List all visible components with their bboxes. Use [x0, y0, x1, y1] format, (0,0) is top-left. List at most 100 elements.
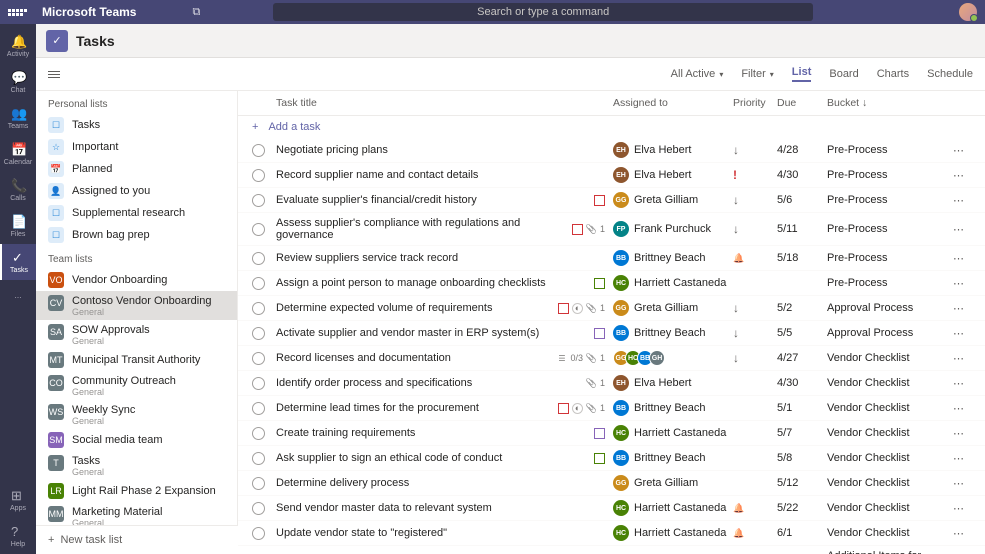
team-list-item[interactable]: LRLight Rail Phase 2 Expansion	[36, 480, 237, 502]
complete-circle[interactable]	[252, 352, 265, 365]
task-row[interactable]: Create training requirementsHCHarriett C…	[238, 421, 985, 446]
complete-circle[interactable]	[252, 427, 265, 440]
complete-circle[interactable]	[252, 302, 265, 315]
team-list-item[interactable]: WSWeekly SyncGeneral	[36, 400, 237, 429]
col-due[interactable]: Due	[777, 97, 827, 109]
new-list-button[interactable]: + New task list	[36, 525, 238, 554]
complete-circle[interactable]	[252, 502, 265, 515]
rail-tasks[interactable]: ✓Tasks	[0, 244, 36, 280]
more-icon[interactable]: ⋯	[953, 377, 971, 390]
task-row[interactable]: Record supplier name and contact details…	[238, 163, 985, 188]
rail-more[interactable]: ⋯	[0, 280, 36, 316]
task-row[interactable]: Determine delivery processGGGreta Gillia…	[238, 471, 985, 496]
task-row[interactable]: Negotiate pricing plansEHElva Hebert4/28…	[238, 138, 985, 163]
task-row[interactable]: Assess supplier's compliance with regula…	[238, 213, 985, 246]
personal-list-item[interactable]: ☐Tasks	[36, 114, 237, 136]
complete-circle[interactable]	[252, 477, 265, 490]
rail-calls[interactable]: 📞Calls	[0, 172, 36, 208]
task-row[interactable]: Update vendor state to "registered"HCHar…	[238, 521, 985, 546]
task-row[interactable]: Assign a point person to manage onboardi…	[238, 271, 985, 296]
team-list-item[interactable]: SMSocial media team	[36, 429, 237, 451]
task-row[interactable]: Determine lead times for the procurement…	[238, 396, 985, 421]
bucket-name: Vendor Checklist	[827, 427, 953, 439]
task-title: Assess supplier's compliance with regula…	[276, 217, 572, 241]
col-assigned[interactable]: Assigned to	[613, 97, 733, 109]
task-row[interactable]: Evaluate supplier's financial/credit his…	[238, 188, 985, 213]
complete-circle[interactable]	[252, 169, 265, 182]
popout-icon[interactable]: ⧉	[192, 6, 200, 19]
more-icon[interactable]: ⋯	[953, 194, 971, 207]
task-title: Ask supplier to sign an ethical code of …	[276, 452, 594, 464]
more-icon[interactable]: ⋯	[953, 502, 971, 515]
complete-circle[interactable]	[252, 194, 265, 207]
complete-circle[interactable]	[252, 223, 265, 236]
more-icon[interactable]: ⋯	[953, 402, 971, 415]
complete-circle[interactable]	[252, 402, 265, 415]
more-icon[interactable]: ⋯	[953, 477, 971, 490]
rail-teams[interactable]: 👥Teams	[0, 100, 36, 136]
task-row[interactable]: Activate supplier and vendor master in E…	[238, 321, 985, 346]
rail-files[interactable]: 📄Files	[0, 208, 36, 244]
more-icon[interactable]: ⋯	[953, 223, 971, 236]
complete-circle[interactable]	[252, 327, 265, 340]
task-row[interactable]: Review suppliers service track recordBBB…	[238, 246, 985, 271]
assignee: GGGreta Gilliam	[613, 192, 733, 208]
view-schedule[interactable]: Schedule	[927, 68, 973, 80]
view-list[interactable]: List	[792, 66, 812, 82]
personal-list-item[interactable]: ☐Supplemental research	[36, 202, 237, 224]
more-icon[interactable]: ⋯	[953, 527, 971, 540]
hamburger-icon[interactable]	[48, 71, 60, 78]
more-icon[interactable]: ⋯	[953, 427, 971, 440]
more-icon[interactable]: ⋯	[953, 144, 971, 157]
view-board[interactable]: Board	[829, 68, 858, 80]
more-icon[interactable]: ⋯	[953, 302, 971, 315]
col-bucket[interactable]: Bucket ↓	[827, 97, 953, 109]
team-list-item[interactable]: COCommunity OutreachGeneral	[36, 371, 237, 400]
col-title[interactable]: Task title	[276, 97, 613, 109]
view-charts[interactable]: Charts	[877, 68, 909, 80]
filter-button[interactable]: Filter▾	[741, 68, 773, 80]
task-row[interactable]: Identify order process and specification…	[238, 371, 985, 396]
tasks-app-icon: ✓	[46, 30, 68, 52]
task-row[interactable]: Record licenses and documentation0/31GGH…	[238, 346, 985, 371]
team-list-item[interactable]: CVContoso Vendor OnboardingGeneral	[36, 291, 237, 320]
more-icon[interactable]: ⋯	[953, 352, 971, 365]
avatar: BB	[613, 450, 629, 466]
team-list-item[interactable]: TTasksGeneral	[36, 451, 237, 480]
complete-circle[interactable]	[252, 377, 265, 390]
current-user-avatar[interactable]	[959, 3, 977, 21]
complete-circle[interactable]	[252, 252, 265, 265]
rail-chat[interactable]: 💬Chat	[0, 64, 36, 100]
rail-calendar[interactable]: 📅Calendar	[0, 136, 36, 172]
column-headers: Task title Assigned to Priority Due Buck…	[238, 91, 985, 116]
team-list-item[interactable]: MTMunicipal Transit Authority	[36, 349, 237, 371]
avatar: HC	[613, 525, 629, 541]
filter-all-active[interactable]: All Active▾	[671, 68, 724, 80]
task-row[interactable]: Ask supplier to sign an ethical code of …	[238, 446, 985, 471]
more-icon[interactable]: ⋯	[953, 277, 971, 290]
app-launcher-icon[interactable]	[8, 9, 28, 16]
personal-list-item[interactable]: 📅Planned	[36, 158, 237, 180]
complete-circle[interactable]	[252, 144, 265, 157]
task-row[interactable]: Expected packing slip requirements1FPFra…	[238, 546, 985, 554]
add-task-row[interactable]: + Add a task	[238, 116, 985, 138]
col-priority[interactable]: Priority	[733, 97, 777, 109]
team-list-item[interactable]: VOVendor Onboarding	[36, 269, 237, 291]
search-input[interactable]: Search or type a command	[273, 3, 813, 21]
personal-list-item[interactable]: 👤Assigned to you	[36, 180, 237, 202]
rail-apps[interactable]: ⊞Apps	[0, 482, 36, 518]
personal-list-item[interactable]: ☐Brown bag prep	[36, 224, 237, 246]
complete-circle[interactable]	[252, 277, 265, 290]
task-row[interactable]: Send vendor master data to relevant syst…	[238, 496, 985, 521]
team-list-item[interactable]: SASOW ApprovalsGeneral	[36, 320, 237, 349]
rail-activity[interactable]: 🔔Activity	[0, 28, 36, 64]
more-icon[interactable]: ⋯	[953, 327, 971, 340]
rail-help[interactable]: ?Help	[0, 518, 36, 554]
task-row[interactable]: Determine expected volume of requirement…	[238, 296, 985, 321]
more-icon[interactable]: ⋯	[953, 452, 971, 465]
personal-list-item[interactable]: ☆Important	[36, 136, 237, 158]
more-icon[interactable]: ⋯	[953, 252, 971, 265]
complete-circle[interactable]	[252, 452, 265, 465]
more-icon[interactable]: ⋯	[953, 169, 971, 182]
complete-circle[interactable]	[252, 527, 265, 540]
